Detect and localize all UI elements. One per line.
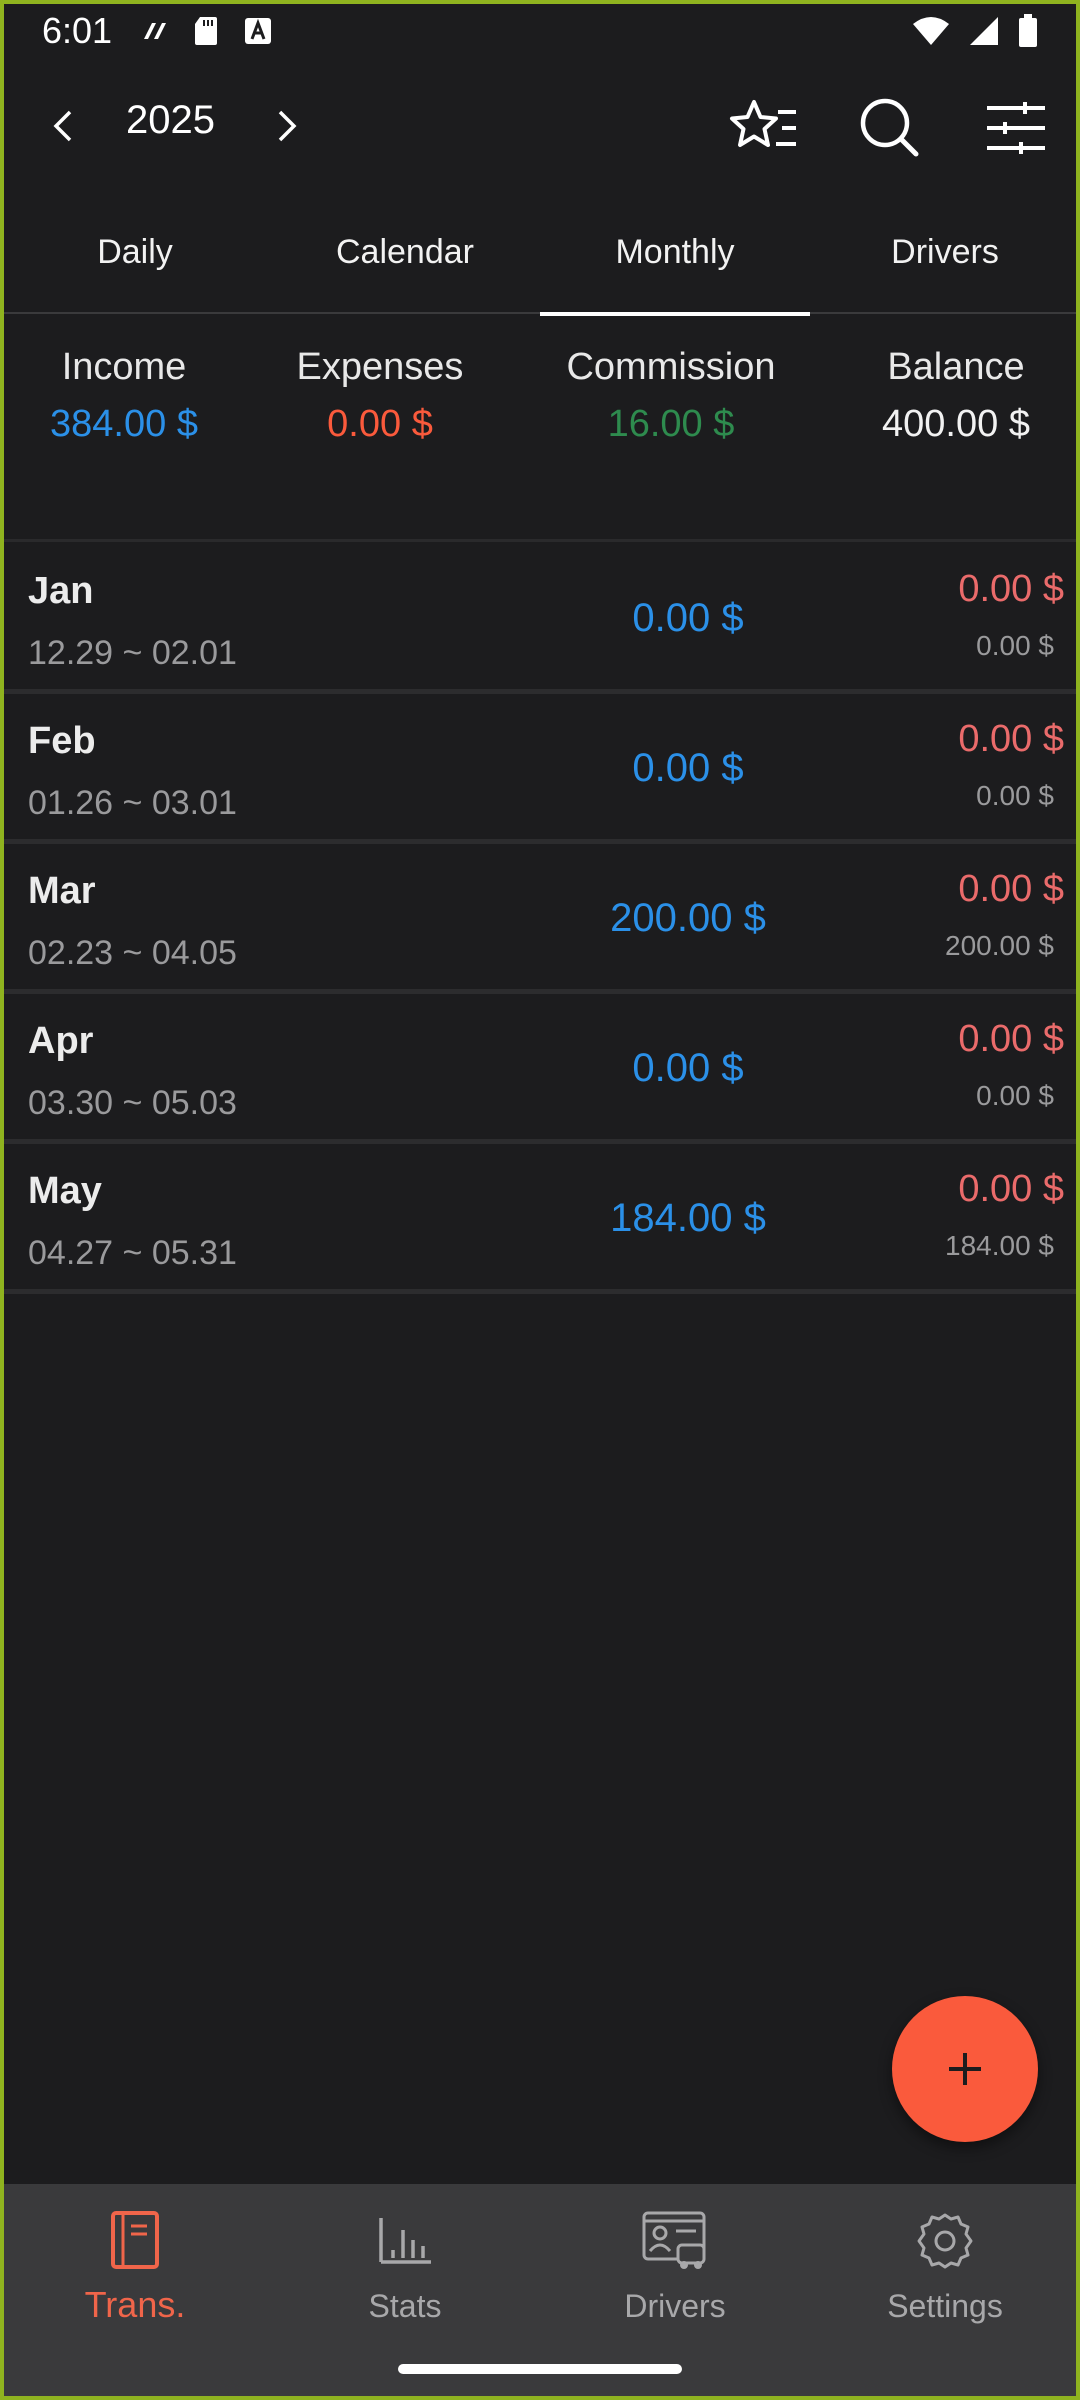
month-row-mar[interactable]: Mar 02.23 ~ 04.05 200.00 $ 0.00 $ 200.00… bbox=[0, 844, 1080, 994]
view-tabs: Daily Calendar Monthly Drivers bbox=[0, 190, 1080, 316]
nav-drivers-label: Drivers bbox=[624, 2288, 726, 2324]
commission-summary: Commission 16.00 $ bbox=[520, 346, 822, 446]
filter-button[interactable] bbox=[980, 92, 1052, 164]
commission-label: Commission bbox=[566, 346, 776, 388]
nav-stats[interactable]: Stats bbox=[270, 2184, 540, 2364]
month-name: Feb bbox=[28, 720, 96, 762]
next-year-button[interactable] bbox=[250, 90, 322, 162]
nav-stats-label: Stats bbox=[368, 2288, 442, 2324]
tab-drivers[interactable]: Drivers bbox=[810, 190, 1080, 314]
month-row-jan[interactable]: Jan 12.29 ~ 02.01 0.00 $ 0.00 $ 0.00 $ bbox=[0, 544, 1080, 694]
month-expense: 0.00 $ bbox=[958, 1018, 1064, 1060]
plus-icon bbox=[949, 2053, 981, 2085]
tab-daily[interactable]: Daily bbox=[0, 190, 270, 314]
month-date-range: 03.30 ~ 05.03 bbox=[28, 1084, 237, 1122]
month-date-range: 02.23 ~ 04.05 bbox=[28, 934, 237, 972]
nav-transactions[interactable]: Trans. bbox=[0, 2184, 270, 2364]
year-label: 2025 bbox=[126, 98, 215, 142]
book-icon bbox=[111, 2211, 159, 2269]
month-expense: 0.00 $ bbox=[958, 868, 1064, 910]
gear-icon bbox=[917, 2213, 973, 2269]
gesture-handle[interactable] bbox=[398, 2364, 682, 2374]
chevron-left-icon bbox=[53, 110, 72, 142]
month-name: Mar bbox=[28, 870, 96, 912]
add-transaction-button[interactable] bbox=[892, 1996, 1038, 2142]
commission-value: 16.00 $ bbox=[607, 403, 735, 445]
battery-icon bbox=[1018, 14, 1038, 48]
month-total: 184.00 $ bbox=[945, 1230, 1054, 1261]
wifi-icon bbox=[912, 16, 950, 46]
month-total: 0.00 $ bbox=[976, 1080, 1054, 1111]
month-row-apr[interactable]: Apr 03.30 ~ 05.03 0.00 $ 0.00 $ 0.00 $ bbox=[0, 994, 1080, 1144]
status-bar: 6:01 bbox=[0, 0, 1080, 62]
month-date-range: 04.27 ~ 05.31 bbox=[28, 1234, 237, 1272]
month-total: 0.00 $ bbox=[976, 630, 1054, 661]
month-expense: 0.00 $ bbox=[958, 1168, 1064, 1210]
month-total: 0.00 $ bbox=[976, 780, 1054, 811]
bar-chart-icon bbox=[379, 2218, 431, 2264]
driver-card-icon bbox=[642, 2211, 706, 2269]
month-list: Jan 12.29 ~ 02.01 0.00 $ 0.00 $ 0.00 $ F… bbox=[0, 544, 1080, 1294]
filter-sliders-icon bbox=[987, 102, 1045, 154]
month-row-feb[interactable]: Feb 01.26 ~ 03.01 0.00 $ 0.00 $ 0.00 $ bbox=[0, 694, 1080, 844]
tab-calendar[interactable]: Calendar bbox=[270, 190, 540, 314]
income-summary: Income 384.00 $ bbox=[0, 346, 248, 446]
sd-card-icon bbox=[194, 16, 218, 46]
month-income: 0.00 $ bbox=[632, 746, 744, 790]
app-header: 2025 bbox=[0, 62, 1080, 190]
month-total: 200.00 $ bbox=[945, 930, 1054, 961]
month-name: Apr bbox=[28, 1020, 94, 1062]
sync-icon bbox=[140, 19, 168, 43]
text-a-icon bbox=[244, 17, 272, 45]
balance-value: 400.00 $ bbox=[882, 403, 1030, 445]
month-expense: 0.00 $ bbox=[958, 718, 1064, 760]
expenses-value: 0.00 $ bbox=[327, 403, 433, 445]
nav-drivers[interactable]: Drivers bbox=[540, 2184, 810, 2364]
month-income: 184.00 $ bbox=[610, 1196, 766, 1240]
search-button[interactable] bbox=[854, 92, 926, 164]
balance-label: Balance bbox=[887, 346, 1025, 388]
tab-monthly[interactable]: Monthly bbox=[540, 190, 810, 316]
month-income: 0.00 $ bbox=[632, 1046, 744, 1090]
previous-year-button[interactable] bbox=[28, 90, 100, 162]
expenses-summary: Expenses 0.00 $ bbox=[256, 346, 504, 446]
star-list-icon bbox=[730, 100, 796, 147]
income-label: Income bbox=[61, 346, 187, 388]
month-income: 200.00 $ bbox=[610, 896, 766, 940]
month-expense: 0.00 $ bbox=[958, 568, 1064, 610]
month-date-range: 01.26 ~ 03.01 bbox=[28, 784, 237, 822]
chevron-right-icon bbox=[278, 110, 297, 142]
nav-transactions-label: Trans. bbox=[84, 2284, 186, 2325]
month-name: Jan bbox=[28, 570, 94, 612]
search-icon bbox=[860, 98, 919, 157]
month-row-may[interactable]: May 04.27 ~ 05.31 184.00 $ 0.00 $ 184.00… bbox=[0, 1144, 1080, 1294]
month-name: May bbox=[28, 1170, 102, 1212]
status-time: 6:01 bbox=[42, 10, 113, 51]
income-value: 384.00 $ bbox=[50, 403, 198, 445]
bookmarks-button[interactable] bbox=[728, 92, 800, 164]
nav-settings[interactable]: Settings bbox=[810, 2184, 1080, 2364]
month-income: 0.00 $ bbox=[632, 596, 744, 640]
nav-settings-label: Settings bbox=[887, 2288, 1003, 2324]
expenses-label: Expenses bbox=[296, 346, 464, 388]
summary-panel: Income 384.00 $ Expenses 0.00 $ Commissi… bbox=[0, 316, 1080, 542]
balance-summary: Balance 400.00 $ bbox=[836, 346, 1076, 446]
month-date-range: 12.29 ~ 02.01 bbox=[28, 634, 237, 672]
cell-signal-icon bbox=[968, 16, 1000, 46]
